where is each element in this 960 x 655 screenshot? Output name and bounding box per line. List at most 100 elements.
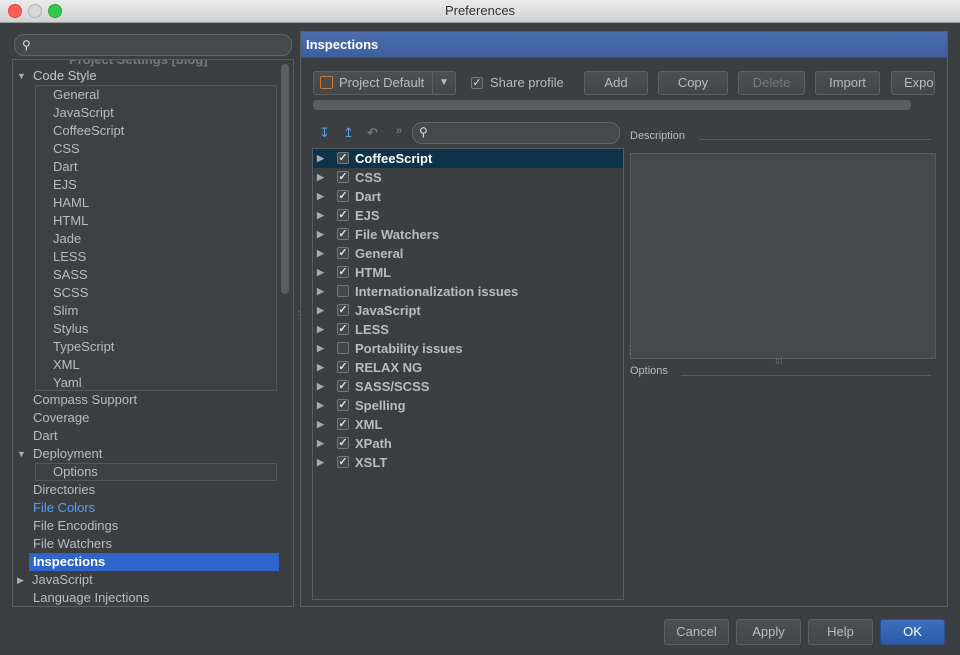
tree-item-coverage[interactable]: Coverage [33,409,89,427]
help-button[interactable]: Help [808,619,873,645]
tree-item-compass-support[interactable]: Compass Support [33,391,137,409]
tree-item-file-watchers[interactable]: File Watchers [33,535,112,553]
tree-item-coffeescript[interactable]: CoffeeScript [53,122,124,140]
tree-item-html[interactable]: HTML [53,212,88,230]
reset-icon[interactable]: ↶ [367,125,378,141]
share-profile-checkbox[interactable]: ✓ [471,77,483,89]
inspection-row[interactable]: ▶ ✓ General [313,244,623,263]
inspection-checkbox[interactable]: ✓ [337,152,349,164]
inspection-checkbox[interactable]: ✓ [337,380,349,392]
tree-item-deployment-options[interactable]: Options [53,463,98,481]
expanded-arrow-icon[interactable]: ▼ [17,445,26,463]
collapsed-arrow-icon[interactable]: ▶ [317,168,324,187]
chevron-down-icon[interactable]: ▼ [432,72,455,94]
collapsed-arrow-icon[interactable]: ▶ [317,187,324,206]
tree-item-scss[interactable]: SCSS [53,284,88,302]
inspection-checkbox[interactable] [337,342,349,354]
inspection-row[interactable]: ▶ ✓ File Watchers [313,225,623,244]
add-button[interactable]: Add [584,71,648,95]
tree-item-less[interactable]: LESS [53,248,86,266]
tree-item-deployment[interactable]: ▼ Deployment [13,445,273,463]
inspection-checkbox[interactable]: ✓ [337,418,349,430]
inspection-checkbox[interactable]: ✓ [337,228,349,240]
inspection-row[interactable]: ▶ ✓ CSS [313,168,623,187]
collapsed-arrow-icon[interactable]: ▶ [317,301,324,320]
tree-item-jade[interactable]: Jade [53,230,81,248]
inspection-row[interactable]: ▶ ✓ RELAX NG [313,358,623,377]
inspection-row[interactable]: ▶ ✓ LESS [313,320,623,339]
inspection-checkbox[interactable]: ✓ [337,266,349,278]
tree-item-sass[interactable]: SASS [53,266,88,284]
tree-item-slim[interactable]: Slim [53,302,78,320]
inspection-row[interactable]: ▶ ✓ Dart [313,187,623,206]
tree-item-code-style[interactable]: ▼ Code Style [13,67,273,85]
tree-item-dart[interactable]: Dart [33,427,58,445]
tree-item-general[interactable]: General [53,86,99,104]
inspection-row[interactable]: ▶ ✓ SASS/SCSS [313,377,623,396]
inspection-row[interactable]: ▶ ✓ Spelling [313,396,623,415]
tree-item-file-encodings[interactable]: File Encodings [33,517,118,535]
collapsed-arrow-icon[interactable]: ▶ [317,358,324,377]
collapsed-arrow-icon[interactable]: ▶ [317,282,324,301]
inspection-checkbox[interactable]: ✓ [337,456,349,468]
tree-item-directories[interactable]: Directories [33,481,95,499]
tree-item-inspections[interactable]: Inspections [29,553,279,571]
inspection-checkbox[interactable] [337,285,349,297]
cancel-button[interactable]: Cancel [664,619,729,645]
tree-item-xml[interactable]: XML [53,356,80,374]
inspection-row[interactable]: ▶ ✓ EJS [313,206,623,225]
apply-button[interactable]: Apply [736,619,801,645]
collapsed-arrow-icon[interactable]: ▶ [317,434,324,453]
inspection-checkbox[interactable]: ✓ [337,437,349,449]
import-button[interactable]: Import [815,71,880,95]
inspection-row[interactable]: ▶ Portability issues [313,339,623,358]
inspection-row[interactable]: ▶ Internationalization issues [313,282,623,301]
copy-button[interactable]: Copy [658,71,728,95]
inspection-row[interactable]: ▶ ✓ XSLT [313,453,623,472]
inspection-row[interactable]: ▶ ✓ CoffeeScript [313,149,623,168]
close-window-button[interactable] [8,4,22,18]
splitter-handle-right[interactable]: ⋮ [625,345,635,356]
inspection-checkbox[interactable]: ✓ [337,209,349,221]
collapsed-arrow-icon[interactable]: ▶ [317,377,324,396]
tree-item-ejs[interactable]: EJS [53,176,77,194]
collapsed-arrow-icon[interactable]: ▶ [317,320,324,339]
inspection-checkbox[interactable]: ✓ [337,190,349,202]
minimize-window-button[interactable] [28,4,42,18]
profile-dropdown[interactable]: Project Default ▼ [313,71,456,95]
horizontal-scrollbar[interactable] [313,100,911,110]
inspection-checkbox[interactable]: ✓ [337,361,349,373]
tree-item-stylus[interactable]: Stylus [53,320,88,338]
tree-item-typescript[interactable]: TypeScript [53,338,114,356]
more-icon[interactable]: » [396,125,402,137]
inspection-checkbox[interactable]: ✓ [337,171,349,183]
settings-search-input[interactable]: ⚲ [14,34,292,56]
delete-button[interactable]: Delete [738,71,805,95]
inspection-row[interactable]: ▶ ✓ XML [313,415,623,434]
collapse-all-icon[interactable]: ↥ [343,125,354,141]
inspection-search-input[interactable]: ⚲ [412,122,620,144]
collapsed-arrow-icon[interactable]: ▶ [317,244,324,263]
expand-all-icon[interactable]: ↧ [319,125,330,141]
inspection-checkbox[interactable]: ✓ [337,399,349,411]
collapsed-arrow-icon[interactable]: ▶ [17,571,24,589]
ok-button[interactable]: OK [880,619,945,645]
collapsed-arrow-icon[interactable]: ▶ [317,396,324,415]
inspection-checkbox[interactable]: ✓ [337,304,349,316]
tree-item-haml[interactable]: HAML [53,194,89,212]
collapsed-arrow-icon[interactable]: ▶ [317,415,324,434]
export-button[interactable]: Expo [891,71,935,95]
tree-item-javascript[interactable]: ▶ JavaScript [13,571,273,589]
collapsed-arrow-icon[interactable]: ▶ [317,225,324,244]
tree-item-dart-style[interactable]: Dart [53,158,78,176]
collapsed-arrow-icon[interactable]: ▶ [317,206,324,225]
collapsed-arrow-icon[interactable]: ▶ [317,263,324,282]
inspection-row[interactable]: ▶ ✓ JavaScript [313,301,623,320]
inspection-checkbox[interactable]: ✓ [337,247,349,259]
tree-item-css[interactable]: CSS [53,140,80,158]
expanded-arrow-icon[interactable]: ▼ [17,67,26,85]
inspection-row[interactable]: ▶ ✓ HTML [313,263,623,282]
tree-item-yaml[interactable]: Yaml [53,374,82,392]
tree-item-javascript-style[interactable]: JavaScript [53,104,114,122]
collapsed-arrow-icon[interactable]: ▶ [317,453,324,472]
